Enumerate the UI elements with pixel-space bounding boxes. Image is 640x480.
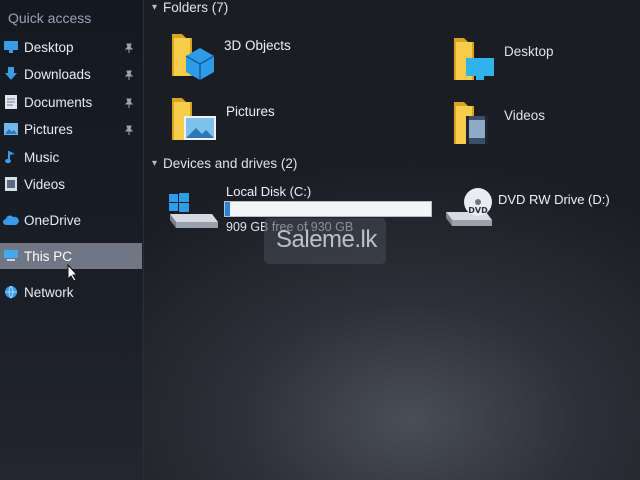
sidebar-item-label: Videos [24,176,66,192]
pane-divider[interactable] [143,0,144,480]
folder-label: Pictures [226,104,275,119]
pin-icon[interactable] [124,41,134,56]
pictures-icon [2,120,20,138]
sidebar-item-label: Music [24,149,60,165]
sidebar-item-desktop[interactable]: Desktop [0,34,142,60]
drive-name: DVD RW Drive (D:) [498,192,610,207]
computer-icon [2,247,20,265]
disk-usage-fill [225,202,230,216]
pin-icon[interactable] [124,96,134,111]
pictures-folder-icon [170,94,218,151]
sidebar-item-documents[interactable]: Documents [0,89,142,115]
dvd-badge: DVD [468,206,488,215]
chevron-down-icon: ▾ [152,158,158,169]
drive-name: Local Disk (C:) [226,184,312,199]
cloud-icon [2,211,20,229]
videos-icon [2,175,20,193]
pin-icon[interactable] [124,123,134,138]
desktop-icon [2,38,20,56]
folder-label: Videos [504,108,546,123]
sidebar-item-music[interactable]: Music [0,144,142,170]
chevron-down-icon: ▾ [152,2,158,13]
watermark-overlay: Saleme.lk [264,218,386,264]
dvd-drive-icon: DVD [444,184,494,233]
sidebar-item-label: OneDrive [24,212,82,228]
desktop-folder-icon [452,34,496,89]
network-globe-icon [2,283,20,301]
videos-folder-icon [452,98,496,153]
folder-label: Desktop [504,44,554,59]
file-explorer-window: Quick access Desktop Downloads Documents [0,0,640,480]
drive-tile-dvd[interactable]: DVD DVD RW Drive (D:) [444,184,614,232]
sidebar-item-onedrive[interactable]: OneDrive [0,207,142,233]
sidebar-item-label: Desktop [24,39,74,55]
quick-access-header[interactable]: Quick access [8,10,91,26]
devices-drives-group-header[interactable]: ▾ Devices and drives (2) [152,156,297,171]
folder-tile-3d-objects[interactable]: 3D Objects [170,28,291,85]
downloads-icon [2,65,20,83]
watermark-text: Saleme.lk [276,226,377,253]
disk-usage-bar [224,201,432,217]
windows-drive-icon [166,192,220,237]
folder-tile-pictures[interactable]: Pictures [170,94,275,151]
sidebar-item-label: Documents [24,94,93,110]
mouse-cursor-icon [67,263,79,287]
navigation-pane: Quick access Desktop Downloads Documents [0,0,142,480]
sidebar-item-label: This PC [24,248,73,264]
sidebar-item-videos[interactable]: Videos [0,171,142,197]
folder-tile-videos[interactable]: Videos [452,98,545,153]
sidebar-item-pictures[interactable]: Pictures [0,116,142,142]
sidebar-item-label: Pictures [24,121,73,137]
folder-label: 3D Objects [224,38,291,53]
music-icon [2,148,20,166]
folders-group-title: Folders (7) [163,0,229,15]
devices-drives-group-title: Devices and drives (2) [163,156,298,171]
sidebar-item-label: Downloads [24,66,91,82]
pin-icon[interactable] [124,68,134,83]
sidebar-item-downloads[interactable]: Downloads [0,61,142,87]
folders-group-header[interactable]: ▾ Folders (7) [152,0,228,15]
documents-icon [2,93,20,111]
3d-objects-folder-icon [170,28,216,85]
folder-tile-desktop[interactable]: Desktop [452,34,554,89]
